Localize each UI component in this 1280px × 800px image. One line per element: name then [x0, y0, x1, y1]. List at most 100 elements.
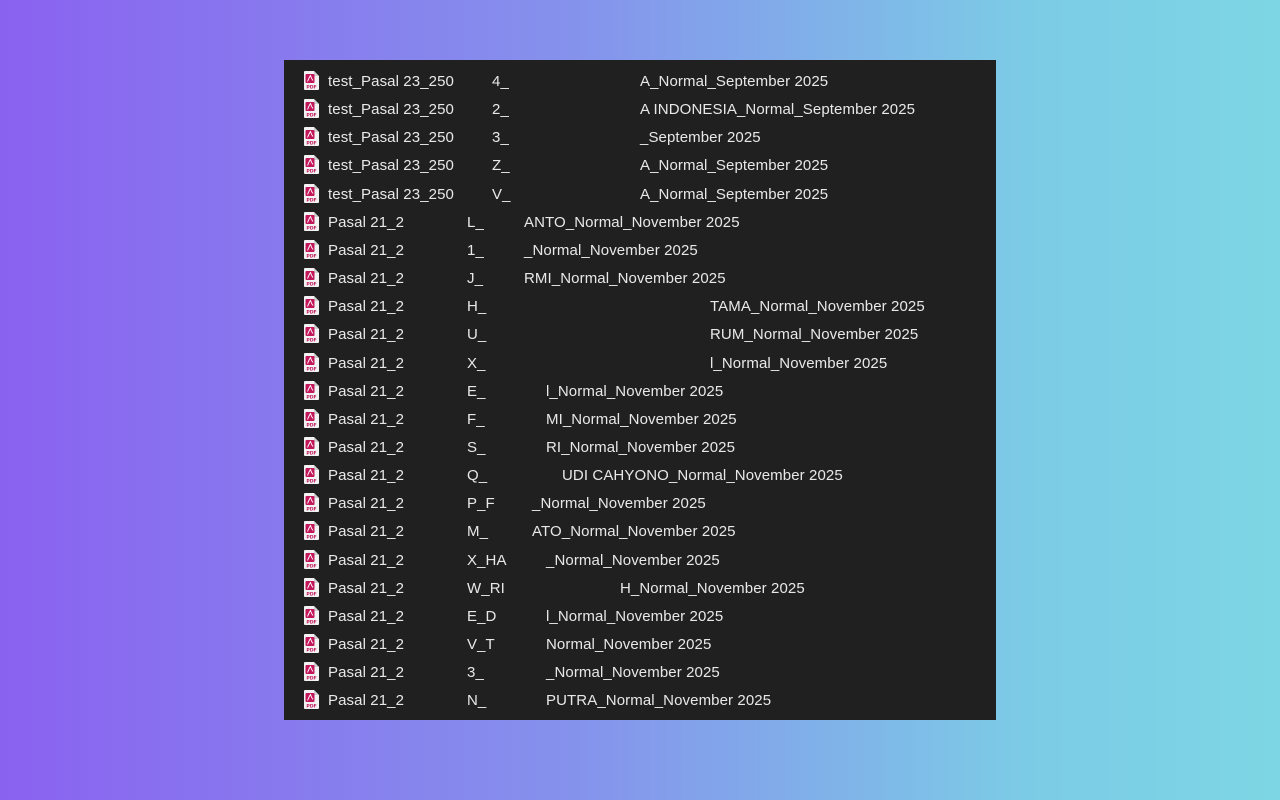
pdf-file-icon: PDF: [304, 549, 319, 569]
file-name-fragment: E_: [467, 382, 486, 400]
file-row[interactable]: PDF test_Pasal 23_250 4_ A_Normal_September…: [284, 68, 996, 96]
file-name-fragment: E_D: [467, 607, 497, 625]
file-name-suffix: _Normal_November 2025: [546, 664, 720, 682]
pdf-file-icon: PDF: [304, 127, 319, 147]
file-name-prefix: test_Pasal 23_250: [328, 73, 454, 90]
file-name-prefix: Pasal 21_2: [328, 438, 405, 456]
pdf-file-icon: PDF: [304, 465, 319, 484]
pdf-file-icon: PDF: [304, 99, 319, 118]
file-row[interactable]: PDF Pasal 21_2 J_ RMI_Normal_November 2025: [284, 265, 996, 293]
file-name-suffix: UDI CAHYONO_Normal_November 2025: [562, 467, 843, 485]
file-row[interactable]: PDF Pasal 21_2 F_ MI_Normal_November 2025: [284, 406, 996, 434]
file-name-fragment: L_: [467, 213, 484, 231]
file-row[interactable]: PDF test_Pasal 23_250 2_ A INDONESIA_Normal…: [284, 96, 996, 124]
svg-text:PDF: PDF: [306, 619, 316, 625]
file-name-suffix: ATO_Normal_November 2025: [532, 523, 736, 541]
file-name-suffix: _Normal_November 2025: [532, 495, 706, 513]
file-name-fragment: V_: [492, 185, 511, 203]
svg-text:PDF: PDF: [306, 338, 316, 344]
file-name-suffix: RI_Normal_November 2025: [546, 438, 736, 456]
file-row[interactable]: PDF Pasal 21_2 E_D l_Normal_November 2025: [284, 603, 996, 631]
file-name-suffix: A_Normal_September 2025: [640, 185, 829, 203]
pdf-file-icon: PDF: [304, 239, 319, 259]
file-name-fragment: 4_: [492, 73, 509, 90]
pdf-file-icon: PDF: [304, 634, 319, 653]
file-row[interactable]: PDF Pasal 21_2 X_ l_Normal_November 2025: [284, 350, 996, 378]
file-row[interactable]: PDF Pasal 21_2 M_ ATO_Normal_November 2025: [284, 518, 996, 546]
file-row[interactable]: PDF Pasal 21_2 1_ _Normal_November 2025: [284, 237, 996, 265]
file-row[interactable]: PDF test_Pasal 23_250 Z_ A_Normal_September…: [284, 152, 996, 180]
pdf-file-icon: PDF: [304, 662, 319, 681]
file-row[interactable]: PDF Pasal 21_2 W_RI H_Normal_November 2025: [284, 575, 996, 603]
file-name-fragment: 3_: [492, 129, 509, 147]
pdf-file-icon: PDF: [304, 296, 319, 315]
file-name-fragment: H_: [467, 298, 487, 316]
file-name-fragment: X_HA: [467, 551, 507, 569]
file-name-fragment: V_T: [467, 636, 495, 653]
svg-text:PDF: PDF: [306, 112, 316, 118]
file-name-fragment: S_: [467, 438, 486, 456]
file-row[interactable]: PDF Pasal 21_2 H_ TAMA_Normal_November 2025: [284, 293, 996, 321]
file-row[interactable]: PDF test_Pasal 23_250 3_ _September 2025: [284, 124, 996, 152]
file-name-prefix: test_Pasal 23_250: [328, 101, 454, 119]
svg-text:PDF: PDF: [306, 535, 316, 541]
file-name-suffix: Normal_November 2025: [546, 636, 712, 653]
file-row[interactable]: PDF Pasal 21_2 3_ _Normal_November 2025: [284, 659, 996, 687]
svg-text:PDF: PDF: [306, 169, 316, 175]
file-name-fragment: X_: [467, 354, 486, 372]
file-name-prefix: Pasal 21_2: [328, 241, 405, 259]
file-row[interactable]: PDF Pasal 21_2 Q_ UDI CAHYONO_Normal_Novemb…: [284, 462, 996, 490]
file-name-fragment: Q_: [467, 467, 488, 485]
file-name-prefix: Pasal 21_2: [328, 354, 405, 372]
file-name-prefix: Pasal 21_2: [328, 326, 405, 344]
pdf-file-icon: PDF: [304, 408, 319, 428]
svg-text:PDF: PDF: [306, 563, 316, 569]
pdf-file-icon: PDF: [304, 690, 319, 710]
file-row[interactable]: PDF Pasal 21_2 E_ l_Normal_November 2025: [284, 378, 996, 406]
pdf-file-icon: PDF: [304, 605, 319, 625]
file-name-suffix: PUTRA_Normal_November 2025: [546, 692, 772, 710]
svg-text:PDF: PDF: [306, 197, 316, 203]
file-name-prefix: Pasal 21_2: [328, 692, 405, 710]
file-row[interactable]: PDF Pasal 21_2 V_T Normal_November 2025: [284, 631, 996, 659]
file-name-prefix: Pasal 21_2: [328, 551, 405, 569]
svg-text:PDF: PDF: [306, 647, 316, 653]
svg-text:PDF: PDF: [306, 450, 316, 456]
file-list-panel: PDF test_Pasal 23_250 4_ A_Normal_September…: [284, 60, 996, 720]
pdf-file-icon: PDF: [304, 493, 319, 513]
pdf-file-icon: PDF: [304, 211, 319, 231]
svg-text:PDF: PDF: [306, 141, 316, 147]
file-name-fragment: F_: [467, 410, 485, 428]
file-name-suffix: MI_Normal_November 2025: [546, 410, 737, 428]
svg-text:PDF: PDF: [306, 281, 316, 287]
file-row[interactable]: PDF Pasal 21_2 S_ RI_Normal_November 2025: [284, 434, 996, 462]
svg-text:PDF: PDF: [306, 675, 316, 681]
file-row[interactable]: PDF Pasal 21_2 U_ RUM_Normal_November 2025: [284, 321, 996, 349]
svg-text:PDF: PDF: [306, 366, 316, 372]
file-name-suffix: l_Normal_November 2025: [546, 607, 724, 625]
file-row[interactable]: PDF Pasal 21_2 X_HA _Normal_November 2025: [284, 547, 996, 575]
file-name-suffix: _Normal_November 2025: [546, 551, 720, 569]
file-name-prefix: Pasal 21_2: [328, 636, 405, 653]
file-name-fragment: 1_: [467, 241, 484, 259]
svg-text:PDF: PDF: [306, 225, 316, 231]
file-name-fragment: Z_: [492, 157, 510, 175]
file-row[interactable]: PDF Pasal 21_2 L_ ANTO_Normal_November 2025: [284, 209, 996, 237]
svg-text:PDF: PDF: [306, 253, 316, 259]
file-name-prefix: Pasal 21_2: [328, 270, 405, 288]
file-row[interactable]: PDF Pasal 21_2 P_F _Normal_November 2025: [284, 490, 996, 518]
file-name-prefix: Pasal 21_2: [328, 664, 405, 682]
pdf-file-icon: PDF: [304, 268, 319, 287]
file-name-prefix: Pasal 21_2: [328, 579, 405, 597]
svg-text:PDF: PDF: [306, 507, 316, 513]
file-name-suffix: A INDONESIA_Normal_September 2025: [640, 101, 916, 119]
pdf-file-icon: PDF: [304, 577, 319, 597]
svg-text:PDF: PDF: [306, 478, 316, 484]
file-row[interactable]: PDF test_Pasal 23_250 V_ A_Normal_September…: [284, 181, 996, 209]
file-row[interactable]: PDF Pasal 21_2 N_ PUTRA_Normal_November 202…: [284, 687, 996, 715]
pdf-file-icon: PDF: [304, 324, 319, 344]
file-name-fragment: 2_: [492, 101, 509, 119]
file-name-fragment: N_: [467, 692, 487, 710]
file-name-suffix: A_Normal_September 2025: [640, 157, 829, 175]
file-name-prefix: Pasal 21_2: [328, 382, 405, 400]
